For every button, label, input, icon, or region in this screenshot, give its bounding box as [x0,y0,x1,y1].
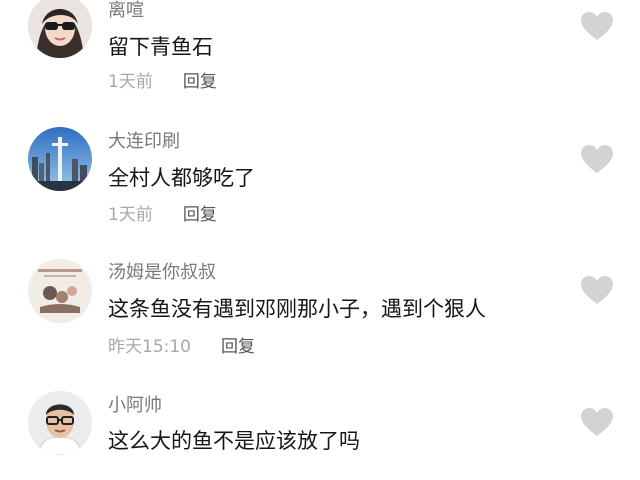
username[interactable]: 大连印刷 [108,131,180,153]
comment-meta: 1天前 回复 [108,204,217,226]
reply-button[interactable]: 回复 [183,71,217,93]
heart-icon [581,276,613,304]
comment-text: 这条鱼没有遇到邓刚那小子，遇到个狠人 [108,297,486,321]
reply-button[interactable]: 回复 [221,336,255,358]
comment-time: 1天前 [108,205,153,225]
comment-item: 离喧 留下青鱼石 1天前 回复 [0,0,640,120]
comment-time: 昨天15:10 [108,337,191,357]
username[interactable]: 离喧 [108,0,144,22]
avatar-city-skyline-icon [28,127,92,191]
avatar-woman-sunglasses-icon [28,0,92,58]
avatar[interactable] [28,0,92,58]
comment-item: 小阿帅 这么大的鱼不是应该放了吗 [0,380,640,480]
heart-icon [581,145,613,173]
like-button[interactable] [580,11,614,41]
comment-text: 全村人都够吃了 [108,166,255,190]
avatar[interactable] [28,259,92,323]
comment-item: 汤姆是你叔叔 这条鱼没有遇到邓刚那小子，遇到个狠人 昨天15:10 回复 [0,250,640,380]
avatar-man-glasses-icon [28,391,92,455]
comment-time: 1天前 [108,72,153,92]
reply-button[interactable]: 回复 [183,204,217,226]
comment-text: 留下青鱼石 [108,35,213,59]
comment-meta: 昨天15:10 回复 [108,336,255,358]
username[interactable]: 汤姆是你叔叔 [108,262,216,284]
heart-icon [581,408,613,436]
heart-icon [581,12,613,40]
comment-list: 离喧 留下青鱼石 1天前 回复 大连印刷 全村人都够吃了 1天前 回复 汤姆是你… [0,0,640,480]
comment-item: 大连印刷 全村人都够吃了 1天前 回复 [0,120,640,250]
comment-text: 这么大的鱼不是应该放了吗 [108,429,360,453]
like-button[interactable] [580,275,614,305]
avatar-illustration-icon [28,259,92,323]
username[interactable]: 小阿帅 [108,395,162,417]
avatar[interactable] [28,391,92,455]
avatar[interactable] [28,127,92,191]
like-button[interactable] [580,407,614,437]
like-button[interactable] [580,144,614,174]
comment-meta: 1天前 回复 [108,71,217,93]
